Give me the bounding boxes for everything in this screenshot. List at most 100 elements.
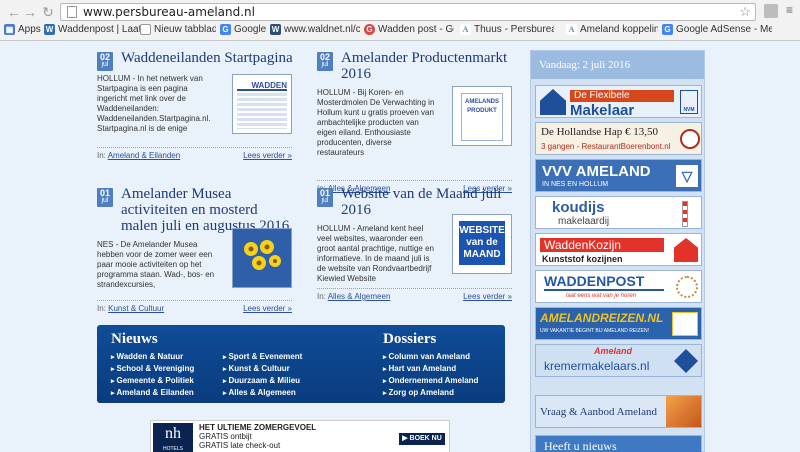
vraag-aanbod-photo bbox=[666, 396, 701, 427]
bookmarks-bar: ▦ Apps W Waddenpost | Laat e Nieuw tabbl… bbox=[0, 22, 800, 40]
today-date: 2 juli 2016 bbox=[582, 59, 631, 71]
banner-subtitle: makelaardij bbox=[558, 216, 610, 227]
forward-arrow-icon[interactable]: → bbox=[22, 4, 38, 20]
article-thumbnail[interactable]: WADDEN bbox=[232, 74, 292, 134]
banner-koudijs[interactable]: koudijs makelaardij bbox=[535, 196, 702, 229]
article-thumbnail[interactable]: AMELANDS PRODUKT bbox=[452, 86, 512, 146]
house-icon bbox=[674, 238, 698, 262]
banner-title: WADDENPOST bbox=[544, 273, 664, 291]
url-text: www.persbureau-ameland.nl bbox=[83, 5, 255, 19]
thumbnail-logo: AMELANDS PRODUKT bbox=[461, 93, 503, 141]
banner-title-2: Makelaar bbox=[570, 102, 635, 118]
read-more-link[interactable]: Lees verder » bbox=[243, 304, 292, 313]
date-badge: 02 jul bbox=[97, 52, 113, 71]
sidebar: Vandaag: 2 juli 2016 De Flexibele Makela… bbox=[530, 50, 705, 452]
dossiers-list: Column van Ameland Hart van Ameland Onde… bbox=[383, 351, 478, 399]
bookmark-apps[interactable]: ▦ Apps bbox=[4, 24, 44, 35]
bookmark-nieuw-tabblad[interactable]: Nieuw tabblad bbox=[140, 24, 216, 35]
banner-amelandreizen[interactable]: AMELANDREIZEN.NL UW VAKANTIE BEGINT BIJ … bbox=[535, 307, 702, 340]
banner-vraag-aanbod[interactable]: Vraag & Aanbod Ameland bbox=[535, 395, 702, 428]
bookmark-label: Waddenpost | Laat e bbox=[58, 24, 140, 35]
article-card: 02 jul Waddeneilanden Startpagina HOLLUM … bbox=[97, 50, 293, 162]
nav-link[interactable]: Duurzaam & Milieu bbox=[223, 375, 302, 387]
bookmark-google-adsense[interactable]: G Google AdSense - Me bbox=[662, 24, 772, 35]
boek-nu-button[interactable]: ▶ BOEK NU bbox=[399, 433, 445, 445]
article-card: 01 jul Amelander Musea activiteiten en mo… bbox=[97, 186, 292, 318]
nav-link[interactable]: Alles & Algemeen bbox=[223, 387, 302, 399]
bookmark-thuus-persbureau[interactable]: A Thuus - Persbureau bbox=[460, 24, 554, 35]
back-arrow-icon[interactable]: ← bbox=[6, 4, 22, 20]
banner-kremermakelaars[interactable]: Ameland kremermakelaars.nl bbox=[535, 344, 702, 377]
nh-hotels-ad[interactable]: nh HOTELS HET ULTIEME ZOMERGEVOEL GRATIS… bbox=[150, 420, 450, 452]
banner-flexibele-makelaar[interactable]: De Flexibele Makelaar NVM bbox=[535, 85, 702, 118]
category-link[interactable]: Alles & Algemeen bbox=[328, 292, 391, 301]
bookmark-google[interactable]: G Google bbox=[220, 24, 270, 35]
banner-hollandse-hap[interactable]: De Hollandse Hap € 13,50 3 gangen - Rest… bbox=[535, 122, 702, 155]
nav-link[interactable]: Ameland & Eilanden bbox=[111, 387, 194, 399]
reizen-logo-icon bbox=[672, 312, 698, 336]
ad-line: HET ULTIEME ZOMERGEVOEL bbox=[199, 423, 317, 432]
nav-link[interactable]: School & Vereniging bbox=[111, 363, 194, 375]
thumbnail-logo: WADDEN bbox=[237, 81, 287, 91]
bookmark-star-icon[interactable]: ☆ bbox=[739, 4, 751, 20]
nav-link[interactable]: Zorg op Ameland bbox=[383, 387, 478, 399]
nav-link[interactable]: Ondernemend Ameland bbox=[383, 375, 478, 387]
nvm-logo: NVM bbox=[680, 90, 698, 114]
banner-subtitle: laat eens wat van je horen bbox=[566, 293, 637, 299]
google-plus-favicon-icon: G bbox=[364, 24, 375, 35]
page-icon bbox=[67, 6, 77, 18]
banner-subtitle: kremermakelaars.nl bbox=[544, 359, 650, 373]
persbureau-favicon-icon: A bbox=[566, 24, 577, 35]
ad-logo-sub: HOTELS bbox=[162, 446, 183, 452]
bookmark-ameland-koppelingen[interactable]: A Ameland koppelinge bbox=[566, 24, 658, 35]
address-bar[interactable]: www.persbureau-ameland.nl ☆ bbox=[60, 3, 756, 21]
article-card: 02 jul Amelander Productenmarkt 2016 HOLL… bbox=[317, 50, 512, 193]
banner-title: De Hollandse Hap € 13,50 bbox=[541, 126, 659, 138]
date-badge: 02 jul bbox=[317, 52, 333, 71]
banner-title: Vraag & Aanbod Ameland bbox=[540, 406, 657, 418]
banner-waddenpost[interactable]: WADDENPOST laat eens wat van je horen bbox=[535, 270, 702, 303]
date-badge: 01 jul bbox=[97, 188, 113, 207]
bookmark-label: Google AdSense - Me bbox=[676, 24, 772, 35]
dossiers-heading: Dossiers bbox=[383, 331, 437, 347]
banner-subtitle: Kunststof kozijnen bbox=[542, 254, 623, 264]
nav-link[interactable]: Kunst & Cultuur bbox=[223, 363, 302, 375]
nav-link[interactable]: Sport & Evenement bbox=[223, 351, 302, 363]
bookmark-waldnet[interactable]: W www.waldnet.nl/cocl bbox=[270, 24, 360, 35]
bookmark-wadden-post-google[interactable]: G Wadden post - Goog bbox=[364, 24, 454, 35]
banner-heeft-u-nieuws[interactable]: Heeft u nieuws bbox=[535, 435, 702, 452]
category-link[interactable]: Ameland & Eilanden bbox=[108, 151, 181, 160]
menu-icon[interactable]: ≡ bbox=[786, 3, 796, 17]
nav-link[interactable]: Wadden & Natuur bbox=[111, 351, 194, 363]
read-more-link[interactable]: Lees verder » bbox=[243, 151, 292, 160]
nav-link[interactable]: Hart van Ameland bbox=[383, 363, 478, 375]
main-content: 02 jul Waddeneilanden Startpagina HOLLUM … bbox=[95, 42, 515, 452]
bookmark-label: www.waldnet.nl/cocl bbox=[284, 24, 360, 35]
category-prefix: In: bbox=[317, 292, 326, 301]
article-thumbnail[interactable]: WEBSITE van de MAAND bbox=[452, 214, 512, 274]
nav-link[interactable]: Gemeente & Politiek bbox=[111, 375, 194, 387]
article-thumbnail[interactable] bbox=[232, 228, 292, 288]
vvv-logo-icon: ▽ bbox=[676, 165, 698, 187]
page-favicon-icon bbox=[140, 24, 151, 35]
thumbnail-page-preview bbox=[237, 93, 287, 129]
reload-icon[interactable]: ↻ bbox=[40, 4, 56, 20]
article-title[interactable]: Waddeneilanden Startpagina bbox=[121, 50, 296, 66]
article-footer: In: Ameland & Eilanden Lees verder » bbox=[97, 147, 292, 160]
nav-link[interactable]: Column van Ameland bbox=[383, 351, 478, 363]
category-link[interactable]: Kunst & Cultuur bbox=[108, 304, 164, 313]
banner-vvv-ameland[interactable]: VVV AMELAND IN NES EN HOLLUM ▽ bbox=[535, 159, 702, 192]
article-title[interactable]: Amelander Productenmarkt 2016 bbox=[341, 50, 516, 82]
read-more-link[interactable]: Lees verder » bbox=[463, 292, 512, 301]
category-navigation-box: Nieuws Wadden & Natuur School & Verenigi… bbox=[97, 325, 505, 403]
bookmark-waddenpost[interactable]: W Waddenpost | Laat e bbox=[44, 24, 140, 35]
ad-line: GRATIS ontbijt bbox=[199, 432, 252, 441]
article-title[interactable]: Amelander Musea activiteiten en mosterd … bbox=[121, 186, 296, 234]
bookmark-label: Google bbox=[234, 24, 267, 35]
extension-icon[interactable] bbox=[764, 4, 778, 18]
nieuws-list-left: Wadden & Natuur School & Vereniging Geme… bbox=[111, 351, 194, 399]
banner-waddenkozijn[interactable]: WaddenKozijn Kunststof kozijnen bbox=[535, 233, 702, 266]
waldnet-favicon-icon: W bbox=[270, 24, 281, 35]
banner-title: WaddenKozijn bbox=[540, 238, 664, 252]
persbureau-favicon-icon: A bbox=[460, 24, 471, 35]
